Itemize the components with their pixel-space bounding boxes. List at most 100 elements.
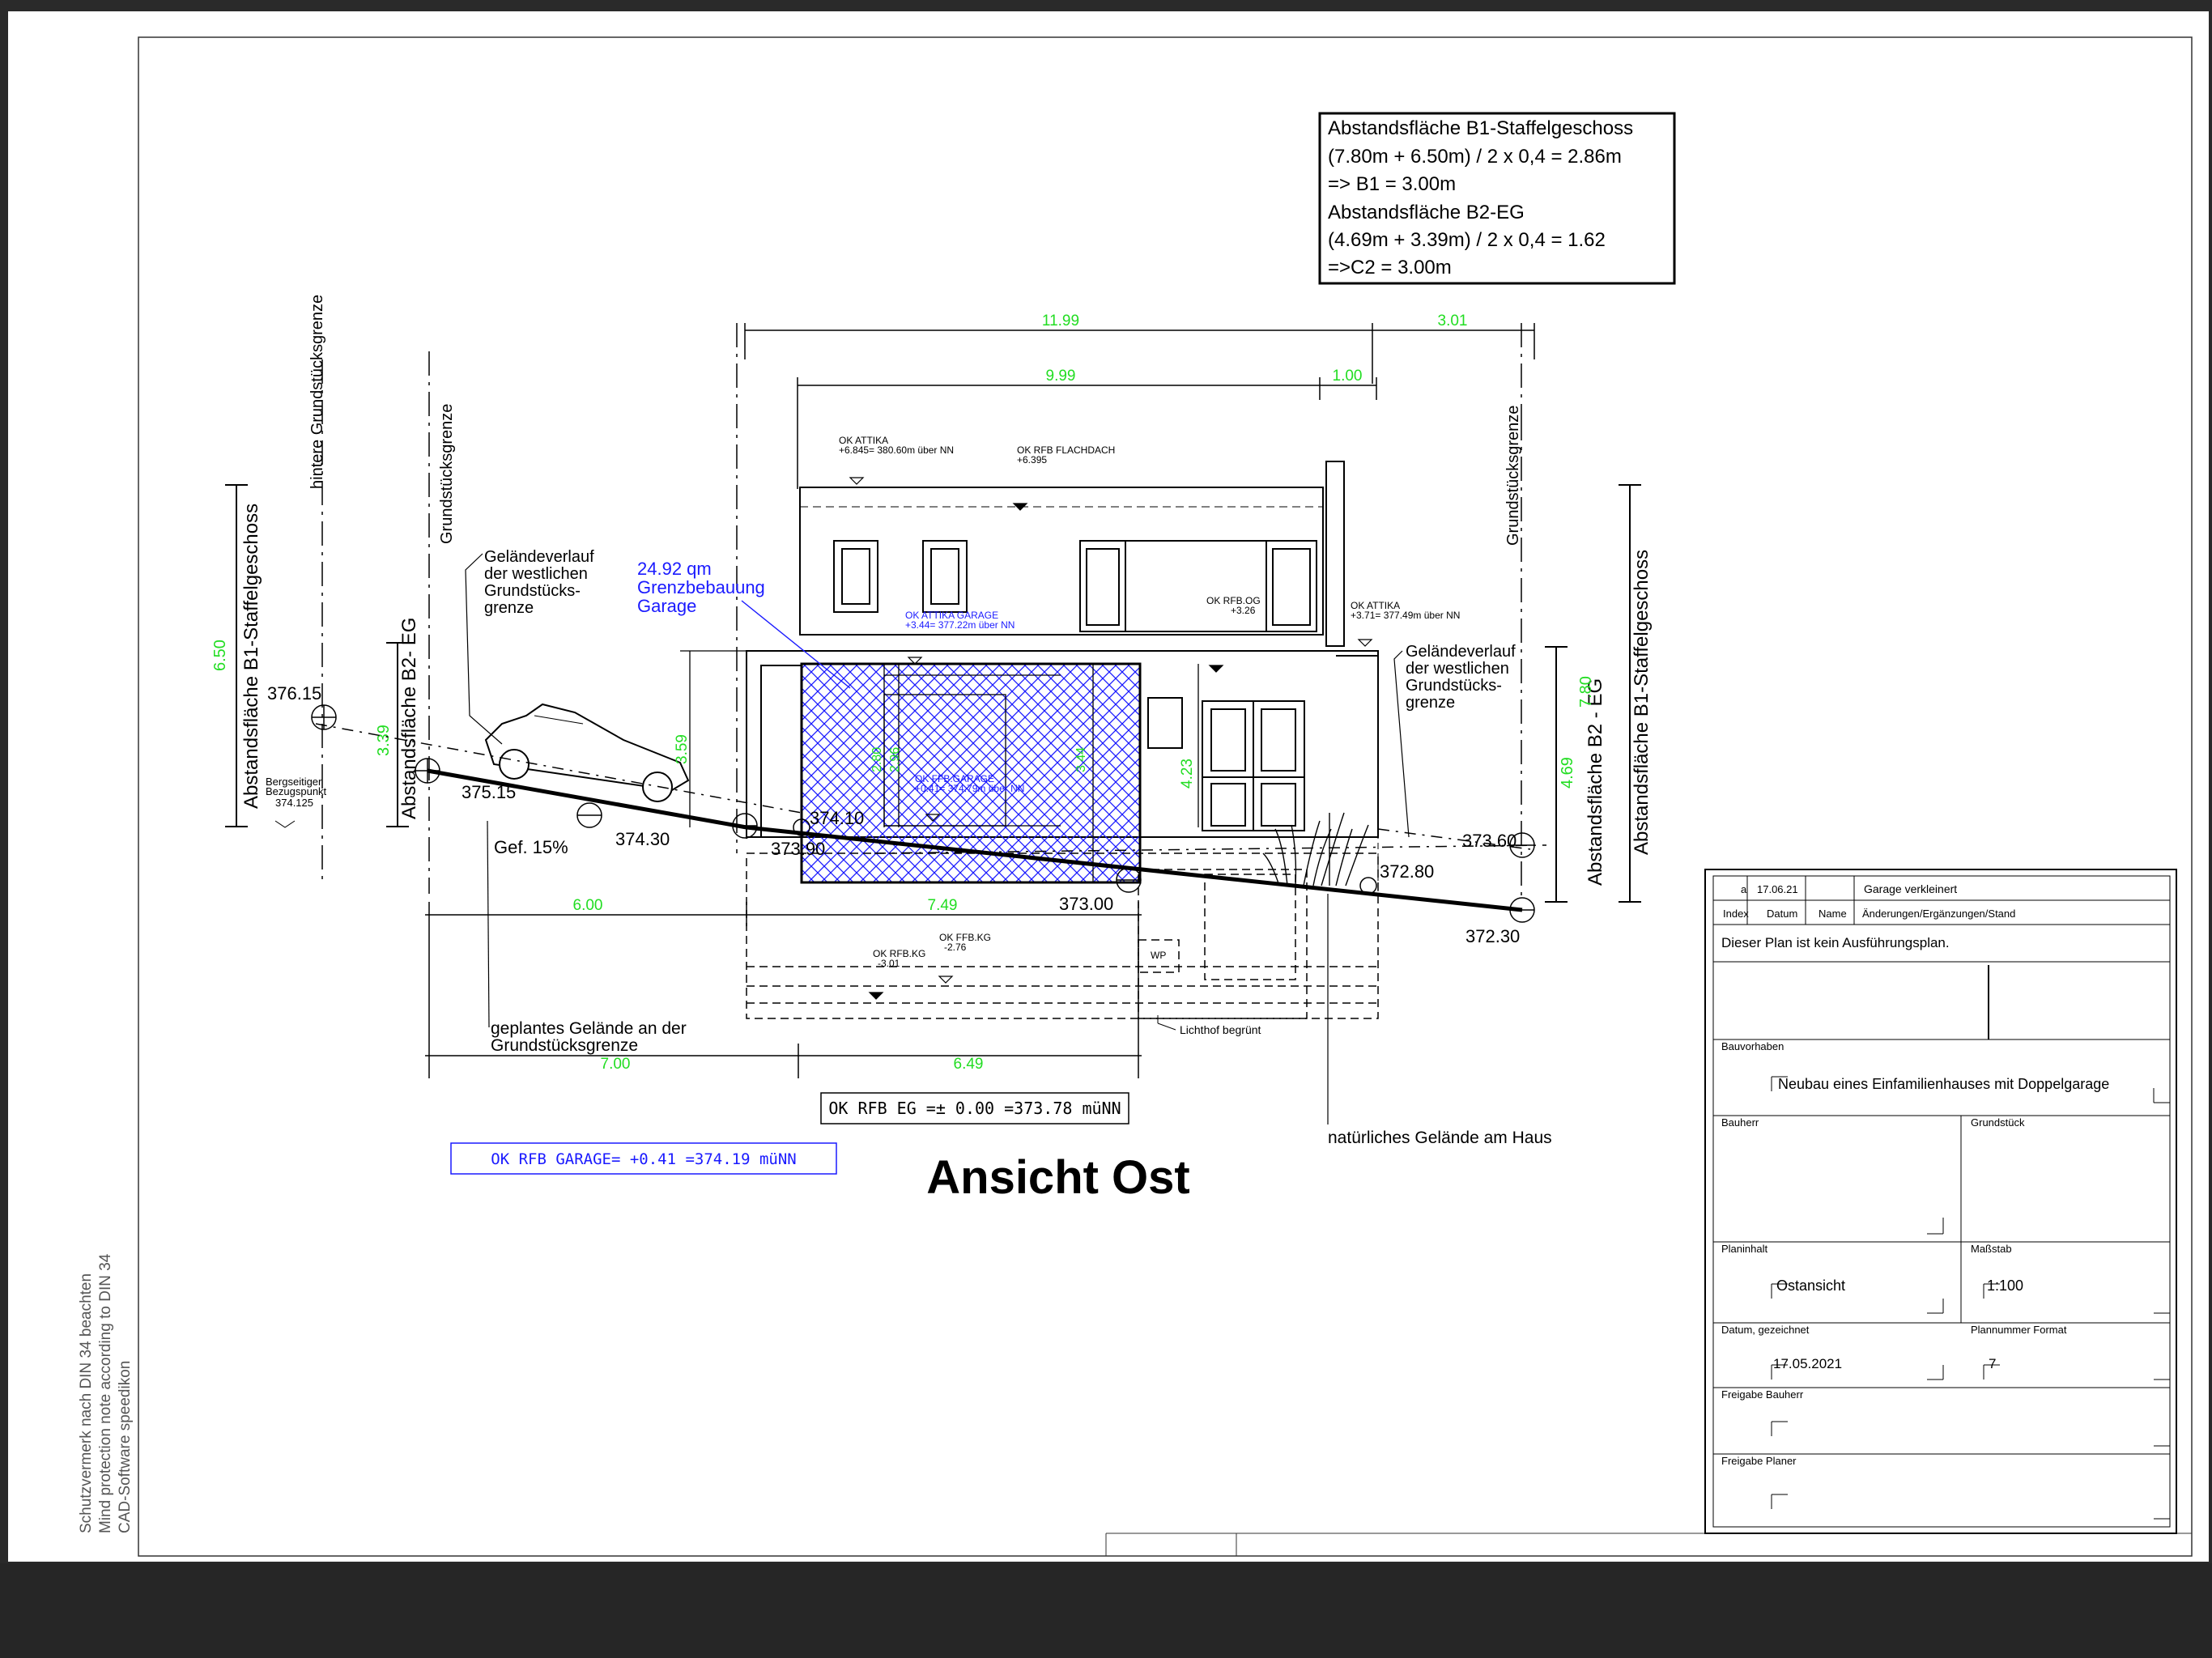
title-block <box>1704 869 2177 1534</box>
dim-3-01: 3.01 <box>1438 312 1468 329</box>
sheet-frame <box>138 36 2193 1557</box>
elevation-372-80: 372.80 <box>1380 861 1434 882</box>
terrain-note-right-2: der westlichen <box>1406 660 1509 678</box>
ffb-kg-2: -2.76 <box>944 942 967 953</box>
attika-top-2: +6.845= 380.60m über NN <box>839 444 954 456</box>
rfb-kg-2: -3.01 <box>878 958 900 969</box>
wp-label: WP <box>1151 950 1166 961</box>
reference-point-line-2: Bezugspunkt <box>266 785 327 797</box>
datum-value: 17.05.2021 <box>1773 1356 1842 1371</box>
dim-4-69: 4.69 <box>1559 757 1576 789</box>
copyright-note: Schutzvermerk nach DIN 34 beachten Mind … <box>78 1253 134 1533</box>
terrain-note-left-4: grenze <box>484 599 534 617</box>
terrain-note-right-1: Geländeverlauf <box>1406 643 1516 661</box>
freigabe-planer-label: Freigabe Planer <box>1721 1455 1797 1467</box>
spacing-line-1: Abstandsfläche B1-Staffelgeschoss <box>1328 117 1633 139</box>
dim-11-99: 11.99 <box>1042 312 1079 329</box>
spacing-line-5: (4.69m + 3.39m) / 2 x 0,4 = 1.62 <box>1328 229 1606 251</box>
drawing-sheet: Abstandsfläche B1-Staffelgeschoss (7.80m… <box>8 11 2209 1562</box>
ok-rfb-eg-label: OK RFB EG =± 0.00 =373.78 müNN <box>828 1099 1121 1118</box>
ffb-garage-2: +0.41= 374.79m über NN <box>915 783 1024 794</box>
spacing-line-6: =>C2 = 3.00m <box>1328 257 1452 278</box>
elevation-373-90: 373.90 <box>771 839 825 859</box>
elevation-375-15: 375.15 <box>462 782 516 802</box>
dim-7-49: 7.49 <box>928 897 958 914</box>
terrain-note-left-3: Grundstücks- <box>484 582 581 600</box>
dim-6-00: 6.00 <box>573 897 603 914</box>
datum-label: Datum, gezeichnet <box>1721 1324 1810 1336</box>
setback-b2-right-label: Abstandsfläche B2 - EG <box>1585 678 1606 886</box>
terrain-note-right-4: grenze <box>1406 694 1455 712</box>
dim-3-44: 3.44 <box>1074 747 1088 772</box>
viewer-bottom-bar <box>0 1563 2212 1658</box>
dim-2-80: 2.80 <box>870 747 884 772</box>
rfb-og-2: +3.26 <box>1231 605 1256 616</box>
dim-7-80: 7.80 <box>1577 676 1595 708</box>
rev-date: 17.06.21 <box>1757 883 1798 895</box>
elevation-drawing: Abstandsfläche B1-Staffelgeschoss (7.80m… <box>78 36 2193 1557</box>
hdr-name: Name <box>1819 908 1847 920</box>
title-block-text: a 17.06.21 Garage verkleinert Index Datu… <box>1721 882 2109 1467</box>
rfb-flachdach-2: +6.395 <box>1017 454 1047 466</box>
massstab-label: Maßstab <box>1971 1243 2012 1255</box>
elevation-376-15: 376.15 <box>267 683 321 704</box>
dim-4-23: 4.23 <box>1179 759 1196 789</box>
terrain-note-left-1: Geländeverlauf <box>484 548 594 566</box>
bauherr-label: Bauherr <box>1721 1116 1759 1129</box>
slope-label: Gef. 15% <box>494 837 568 857</box>
attika-garage-2: +3.44= 377.22m über NN <box>905 619 1015 631</box>
hdr-changes: Änderungen/Ergänzungen/Stand <box>1862 908 2015 920</box>
copyright-line-2: Mind protection note according to DIN 34 <box>97 1253 114 1533</box>
dim-9-99: 9.99 <box>1046 368 1076 385</box>
spacing-line-2: (7.80m + 6.50m) / 2 x 0,4 = 2.86m <box>1328 146 1622 168</box>
plants-illustration <box>1262 812 1369 886</box>
attika-right-2: +3.71= 377.49m über NN <box>1351 610 1460 621</box>
setback-b1-right-label: Abstandsfläche B1-Staffelgeschoss <box>1631 550 1653 855</box>
dim-7-00: 7.00 <box>601 1056 631 1073</box>
rear-property-line-label: hintere Grundstücksgrenze <box>308 295 326 489</box>
plannummer-value: 7 <box>1989 1356 1996 1371</box>
dim-3-59: 3.59 <box>674 734 691 764</box>
dim-2-96: 2.96 <box>888 747 902 772</box>
terrain-note-right-3: Grundstücks- <box>1406 677 1502 695</box>
drawing-title: Ansicht Ost <box>926 1151 1190 1204</box>
dim-1-00: 1.00 <box>1333 368 1363 385</box>
setback-b1-left-label: Abstandsfläche B1-Staffelgeschoss <box>240 504 262 809</box>
grundstueck-label: Grundstück <box>1971 1116 2025 1129</box>
border-building-3: Garage <box>637 596 696 616</box>
property-line-label: Grundstücksgrenze <box>438 404 456 544</box>
elevation-372-30: 372.30 <box>1465 926 1520 946</box>
reference-point: Bergseitiger Bezugspunkt 374.125 <box>266 776 327 828</box>
planned-terrain-1: geplantes Gelände an der <box>491 1019 687 1038</box>
ok-rfb-garage-label: OK RFB GARAGE= +0.41 =374.19 müNN <box>491 1150 797 1168</box>
building-upper-storey <box>799 461 1345 647</box>
reference-point-line-3: 374.125 <box>275 797 313 809</box>
border-building-2: Grenzbebauung <box>637 577 765 597</box>
plan-notice: Dieser Plan ist kein Ausführungsplan. <box>1721 935 1950 950</box>
elevation-373-60: 373.60 <box>1462 831 1516 851</box>
bauvorhaben-label: Bauvorhaben <box>1721 1040 1784 1052</box>
planned-terrain-2: Grundstücksgrenze <box>491 1036 638 1055</box>
border-building-1: 24.92 qm <box>637 559 712 579</box>
elevation-374-30: 374.30 <box>615 829 670 849</box>
spacing-line-3: => B1 = 3.00m <box>1328 173 1456 195</box>
elevation-374-10: 374.10 <box>810 808 864 828</box>
dim-3-39: 3.39 <box>375 725 393 756</box>
property-line-right-label: Grundstücksgrenze <box>1504 406 1522 546</box>
rev-index: a <box>1741 883 1747 895</box>
spacing-area-box: Abstandsfläche B1-Staffelgeschoss (7.80m… <box>1318 112 1676 285</box>
terrain-note-left-2: der westlichen <box>484 565 588 583</box>
setback-b2-left-label: Abstandsfläche B2- EG <box>398 618 420 819</box>
hdr-date: Datum <box>1767 908 1797 920</box>
planinhalt-value: Ostansicht <box>1776 1278 1845 1294</box>
planinhalt-label: Planinhalt <box>1721 1243 1767 1255</box>
dim-6-50: 6.50 <box>211 640 229 671</box>
natural-terrain-note: natürliches Gelände am Haus <box>1328 1129 1552 1147</box>
lightwell-label: Lichthof begrünt <box>1180 1023 1261 1036</box>
dimension-chain-top <box>744 323 1535 489</box>
rev-note: Garage verkleinert <box>1864 882 1957 895</box>
copyright-line-1: Schutzvermerk nach DIN 34 beachten <box>78 1273 95 1533</box>
dim-6-49: 6.49 <box>954 1056 984 1073</box>
elevation-373-00: 373.00 <box>1059 894 1113 914</box>
spacing-line-4: Abstandsfläche B2-EG <box>1328 202 1525 223</box>
